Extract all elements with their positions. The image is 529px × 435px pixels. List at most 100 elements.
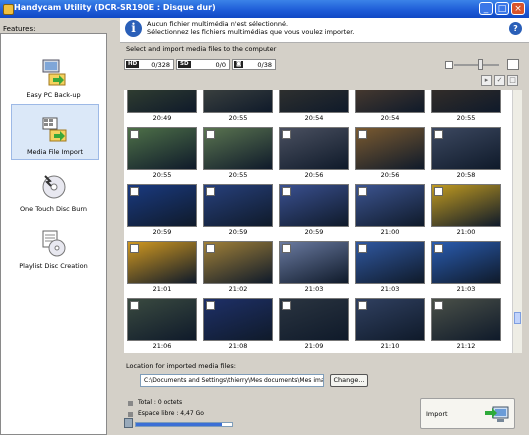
- media-thumbnail[interactable]: [127, 127, 197, 170]
- select-checkbox[interactable]: [282, 187, 291, 196]
- thumbnail-grid: 20:49 20:55 20:54 20:54 20:55 20:55 20:55 20:56…: [124, 90, 512, 353]
- select-checkbox[interactable]: [206, 244, 215, 253]
- thumbnail-time: 21:08: [228, 342, 248, 350]
- select-checkbox[interactable]: [358, 130, 367, 139]
- media-thumbnail[interactable]: [203, 184, 273, 227]
- select-checkbox[interactable]: [358, 301, 367, 310]
- select-checkbox[interactable]: [130, 130, 139, 139]
- media-thumbnail[interactable]: [431, 90, 501, 113]
- media-thumbnail[interactable]: [431, 127, 501, 170]
- free-bullet-icon: [128, 412, 133, 417]
- thumbnail-time: 20:59: [304, 228, 324, 236]
- deselect-icon[interactable]: □: [507, 75, 518, 86]
- select-checkbox[interactable]: [282, 244, 291, 253]
- thumbnail-time: 21:00: [380, 228, 400, 236]
- select-checkbox[interactable]: [358, 187, 367, 196]
- media-thumbnail[interactable]: [203, 298, 273, 341]
- media-thumbnail[interactable]: [355, 241, 425, 284]
- import-button[interactable]: Import: [420, 398, 515, 429]
- media-thumbnail[interactable]: [355, 127, 425, 170]
- media-thumbnail[interactable]: [203, 90, 273, 113]
- thumbnail-time: 20:59: [228, 228, 248, 236]
- media-thumbnail[interactable]: [203, 241, 273, 284]
- select-checkbox[interactable]: [206, 187, 215, 196]
- select-checkbox[interactable]: [434, 301, 443, 310]
- zoom-in-icon[interactable]: [507, 59, 519, 70]
- filter-toolbar: HD 0/328 SD 0/0 ◙ 0/38: [124, 58, 520, 73]
- info-icon: i: [125, 20, 142, 37]
- thumbnail-time: 21:00: [456, 228, 476, 236]
- media-thumbnail[interactable]: [127, 184, 197, 227]
- location-path-field[interactable]: C:\Documents and Settings\thierry\Mes do…: [140, 374, 324, 387]
- slider-knob[interactable]: [478, 59, 483, 70]
- media-thumbnail[interactable]: [279, 90, 349, 113]
- sidebar-item-playlist-disc-creation[interactable]: Playlist Disc Creation: [1, 219, 106, 275]
- vertical-scrollbar[interactable]: [512, 90, 522, 353]
- media-thumbnail[interactable]: [431, 184, 501, 227]
- hd-tag: HD: [126, 61, 140, 68]
- zoom-out-icon[interactable]: [445, 61, 453, 69]
- select-checkbox[interactable]: [282, 130, 291, 139]
- prev-icon[interactable]: ▸: [481, 75, 492, 86]
- media-thumbnail[interactable]: [355, 184, 425, 227]
- close-button[interactable]: ×: [511, 2, 525, 15]
- media-thumbnail[interactable]: [279, 298, 349, 341]
- minimize-button[interactable]: _: [479, 2, 493, 15]
- sidebar-item-label: Easy PC Back-up: [26, 91, 81, 99]
- thumbnail-time: 20:55: [228, 171, 248, 179]
- select-checkbox[interactable]: [130, 301, 139, 310]
- select-checkbox[interactable]: [206, 301, 215, 310]
- filter-sd-movies[interactable]: SD 0/0: [176, 59, 230, 70]
- media-thumbnail[interactable]: [127, 90, 197, 113]
- filter-hd-movies[interactable]: HD 0/328: [124, 59, 174, 70]
- media-thumbnail[interactable]: [203, 127, 273, 170]
- media-thumbnail[interactable]: [279, 241, 349, 284]
- sidebar-item-label: Playlist Disc Creation: [19, 262, 88, 270]
- sd-tag: SD: [178, 61, 191, 68]
- total-size: Total : 0 octets: [138, 399, 183, 406]
- thumbnail-time: 20:55: [456, 114, 476, 122]
- sidebar-item-easy-pc-backup[interactable]: Easy PC Back-up: [1, 48, 106, 104]
- thumbnail-time: 20:55: [228, 114, 248, 122]
- filter-photos[interactable]: ◙ 0/38: [232, 59, 276, 70]
- sidebar-item-label: One Touch Disc Burn: [19, 205, 88, 213]
- change-button[interactable]: Change...: [330, 374, 368, 387]
- thumbnail-time: 21:03: [380, 285, 400, 293]
- thumbnail-time: 20:49: [152, 114, 172, 122]
- select-checkbox[interactable]: [282, 301, 291, 310]
- media-thumbnail[interactable]: [431, 241, 501, 284]
- hd-count: 0/328: [151, 61, 170, 69]
- select-checkbox[interactable]: [130, 244, 139, 253]
- media-thumbnail[interactable]: [279, 184, 349, 227]
- select-checkbox[interactable]: [434, 130, 443, 139]
- select-checkbox[interactable]: [434, 187, 443, 196]
- select-checkbox[interactable]: [358, 244, 367, 253]
- sidebar: Easy PC Back-up Media File Import One To…: [0, 33, 107, 435]
- media-thumbnail[interactable]: [431, 298, 501, 341]
- thumbnail-size-slider[interactable]: [454, 64, 499, 66]
- help-icon[interactable]: ?: [509, 22, 522, 35]
- select-checkbox[interactable]: [130, 187, 139, 196]
- thumbnail-time: 20:56: [304, 171, 324, 179]
- media-thumbnail[interactable]: [279, 127, 349, 170]
- features-label: Features:: [3, 25, 36, 33]
- select-checkbox[interactable]: [434, 244, 443, 253]
- sidebar-item-media-file-import[interactable]: Media File Import: [11, 104, 99, 160]
- disc-burn-icon: [42, 175, 66, 199]
- media-thumbnail[interactable]: [127, 298, 197, 341]
- maximize-button[interactable]: □: [495, 2, 509, 15]
- storage-stats: Total : 0 octets Espace libre : 4,47 Go: [124, 394, 414, 435]
- sidebar-item-label: Media File Import: [26, 148, 84, 156]
- select-checkbox[interactable]: [206, 130, 215, 139]
- sidebar-item-one-touch-disc-burn[interactable]: One Touch Disc Burn: [1, 162, 106, 218]
- media-thumbnail[interactable]: [355, 298, 425, 341]
- info-hint: Sélectionnez les fichiers multimédias qu…: [147, 28, 355, 36]
- thumbnail-time: 21:10: [380, 342, 400, 350]
- media-thumbnail[interactable]: [127, 241, 197, 284]
- section-title: Select and import media files to the com…: [126, 45, 277, 53]
- media-thumbnail[interactable]: [355, 90, 425, 113]
- backup-icon: [42, 59, 66, 86]
- select-all-icon[interactable]: ✓: [494, 75, 505, 86]
- free-space: Espace libre : 4,47 Go: [138, 410, 204, 417]
- scrollbar-thumb[interactable]: [514, 312, 521, 324]
